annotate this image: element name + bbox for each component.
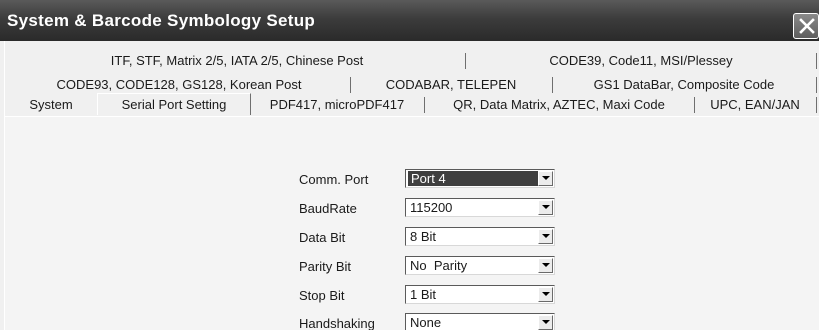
parity-bit-label: Parity Bit: [299, 259, 352, 274]
data-bit-select[interactable]: 8 Bit: [405, 227, 555, 246]
tab-separator: [816, 97, 817, 113]
stop-bit-select[interactable]: 1 Bit: [405, 285, 555, 304]
tab-code39-code11[interactable]: CODE39, Code11, MSI/Plessey: [466, 51, 816, 70]
tab-codabar-telepen[interactable]: CODABAR, TELEPEN: [351, 75, 551, 94]
tab-system[interactable]: System: [9, 95, 93, 114]
dropdown-button[interactable]: [538, 287, 553, 302]
tab-code93-code128[interactable]: CODE93, CODE128, GS128, Korean Post: [9, 75, 349, 94]
chevron-down-icon: [542, 234, 550, 238]
comm-port-label: Comm. Port: [299, 172, 369, 187]
window-title: System & Barcode Symbology Setup: [7, 11, 316, 30]
tab-qr-datamatrix[interactable]: QR, Data Matrix, AZTEC, Maxi Code: [425, 95, 693, 114]
dropdown-button[interactable]: [538, 229, 553, 244]
baudrate-value: 115200: [410, 200, 453, 215]
dropdown-button[interactable]: [538, 200, 553, 215]
tab-control: ITF, STF, Matrix 2/5, IATA 2/5, Chinese …: [4, 41, 819, 330]
comm-port-value: Port 4: [408, 171, 539, 186]
tab-separator: [816, 53, 817, 69]
tab-serial-port-setting[interactable]: Serial Port Setting: [97, 93, 251, 115]
stop-bit-label: Stop Bit: [299, 288, 345, 303]
chevron-down-icon: [542, 263, 550, 267]
chevron-down-icon: [542, 320, 550, 324]
comm-port-select[interactable]: Port 4: [405, 169, 555, 188]
baudrate-label: BaudRate: [299, 201, 357, 216]
setup-window: System & Barcode Symbology Setup ITF, ST…: [0, 0, 819, 330]
tab-pdf417[interactable]: PDF417, microPDF417: [251, 95, 423, 114]
data-bit-label: Data Bit: [299, 230, 346, 245]
title-bar: System & Barcode Symbology Setup: [0, 0, 819, 41]
serial-port-page: Comm. Port Port 4 BaudRate 115200 Data B…: [5, 117, 819, 330]
close-button[interactable]: [793, 13, 819, 39]
handshaking-label: Handshaking: [299, 316, 375, 330]
data-bit-value: 8 Bit: [410, 229, 437, 244]
baudrate-select[interactable]: 115200: [405, 198, 555, 217]
handshaking-select[interactable]: None: [405, 313, 555, 330]
tab-upc-ean[interactable]: UPC, EAN/JAN: [695, 95, 815, 114]
parity-bit-value: No Parity: [410, 258, 468, 273]
dropdown-button[interactable]: [538, 171, 553, 186]
tab-gs1-databar[interactable]: GS1 DataBar, Composite Code: [553, 75, 815, 94]
chevron-down-icon: [542, 176, 550, 180]
stop-bit-value: 1 Bit: [410, 287, 437, 302]
close-icon: [799, 18, 815, 34]
dropdown-button[interactable]: [538, 315, 553, 330]
tab-itf-stf-matrix[interactable]: ITF, STF, Matrix 2/5, IATA 2/5, Chinese …: [9, 51, 465, 70]
dropdown-button[interactable]: [538, 258, 553, 273]
tab-separator: [816, 77, 817, 93]
chevron-down-icon: [542, 205, 550, 209]
chevron-down-icon: [542, 292, 550, 296]
parity-bit-select[interactable]: No Parity: [405, 256, 555, 275]
handshaking-value: None: [410, 315, 442, 330]
